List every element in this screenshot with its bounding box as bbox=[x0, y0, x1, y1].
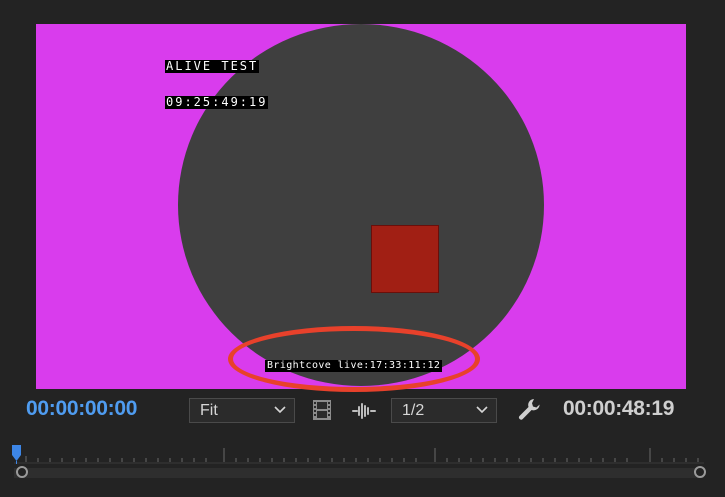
video-red-square bbox=[371, 225, 439, 293]
time-ruler[interactable] bbox=[14, 442, 704, 464]
playback-resolution-dropdown[interactable]: 1/2 bbox=[391, 398, 497, 423]
zoom-scrollbar-right-handle[interactable] bbox=[694, 466, 706, 478]
annotation-highlight-ring bbox=[228, 326, 480, 392]
film-icon[interactable] bbox=[312, 399, 332, 421]
timeline-zoom-scrollbar[interactable] bbox=[14, 468, 704, 478]
audio-waveform-icon[interactable] bbox=[351, 403, 377, 419]
overlay-timecode: 09:25:49:19 bbox=[165, 95, 269, 109]
chevron-down-icon bbox=[274, 406, 286, 414]
zoom-scrollbar-left-handle[interactable] bbox=[16, 466, 28, 478]
zoom-level-value: Fit bbox=[200, 402, 218, 419]
zoom-level-dropdown[interactable]: Fit bbox=[189, 398, 295, 423]
playback-resolution-value: 1/2 bbox=[402, 402, 425, 419]
current-timecode[interactable]: 00:00:00:00 bbox=[26, 396, 137, 422]
playhead-marker[interactable] bbox=[11, 444, 23, 464]
overlay-title: ALIVE TEST bbox=[165, 59, 260, 73]
chevron-down-icon bbox=[476, 406, 488, 414]
duration-timecode: 00:00:48:19 bbox=[563, 397, 675, 420]
wrench-icon[interactable] bbox=[517, 397, 543, 423]
